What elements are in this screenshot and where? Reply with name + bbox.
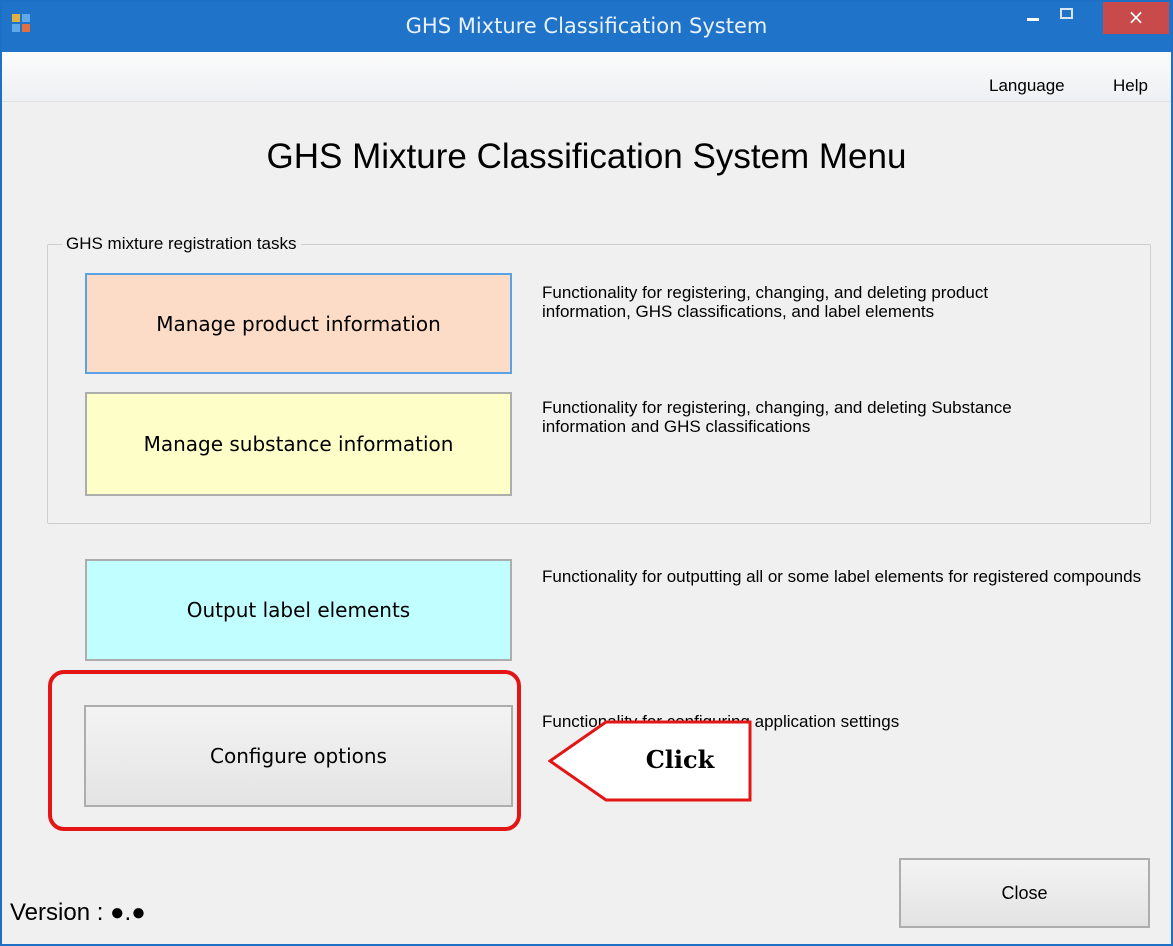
menu-bar: Language Help — [2, 52, 1171, 102]
maximize-icon — [1060, 8, 1073, 19]
close-icon: × — [1127, 5, 1145, 29]
menu-help[interactable]: Help — [1113, 76, 1148, 96]
page-title: GHS Mixture Classification System Menu — [266, 137, 907, 176]
manage-substance-button[interactable]: Manage substance information — [85, 392, 512, 496]
substance-description: Functionality for registering, changing,… — [542, 398, 1012, 436]
minimize-icon — [1027, 18, 1039, 21]
main-window: GHS Mixture Classification System × Lang… — [0, 0, 1173, 946]
minimize-button[interactable] — [1019, 2, 1049, 32]
window-title: GHS Mixture Classification System — [405, 14, 768, 38]
menu-language[interactable]: Language — [989, 76, 1065, 96]
output-label-button[interactable]: Output label elements — [85, 559, 512, 661]
configure-options-button[interactable]: Configure options — [84, 705, 513, 807]
maximize-button[interactable] — [1052, 2, 1082, 32]
output-description: Functionality for outputting all or some… — [542, 567, 1142, 586]
group-label: GHS mixture registration tasks — [62, 234, 301, 254]
click-callout: Click — [548, 720, 752, 802]
window-close-button[interactable]: × — [1103, 2, 1169, 34]
product-description: Functionality for registering, changing,… — [542, 283, 989, 321]
title-bar[interactable]: GHS Mixture Classification System × — [2, 2, 1171, 52]
close-button[interactable]: Close — [899, 858, 1150, 928]
manage-product-button[interactable]: Manage product information — [85, 273, 512, 374]
callout-label: Click — [645, 745, 715, 774]
version-label: Version : ●.● — [10, 899, 146, 926]
